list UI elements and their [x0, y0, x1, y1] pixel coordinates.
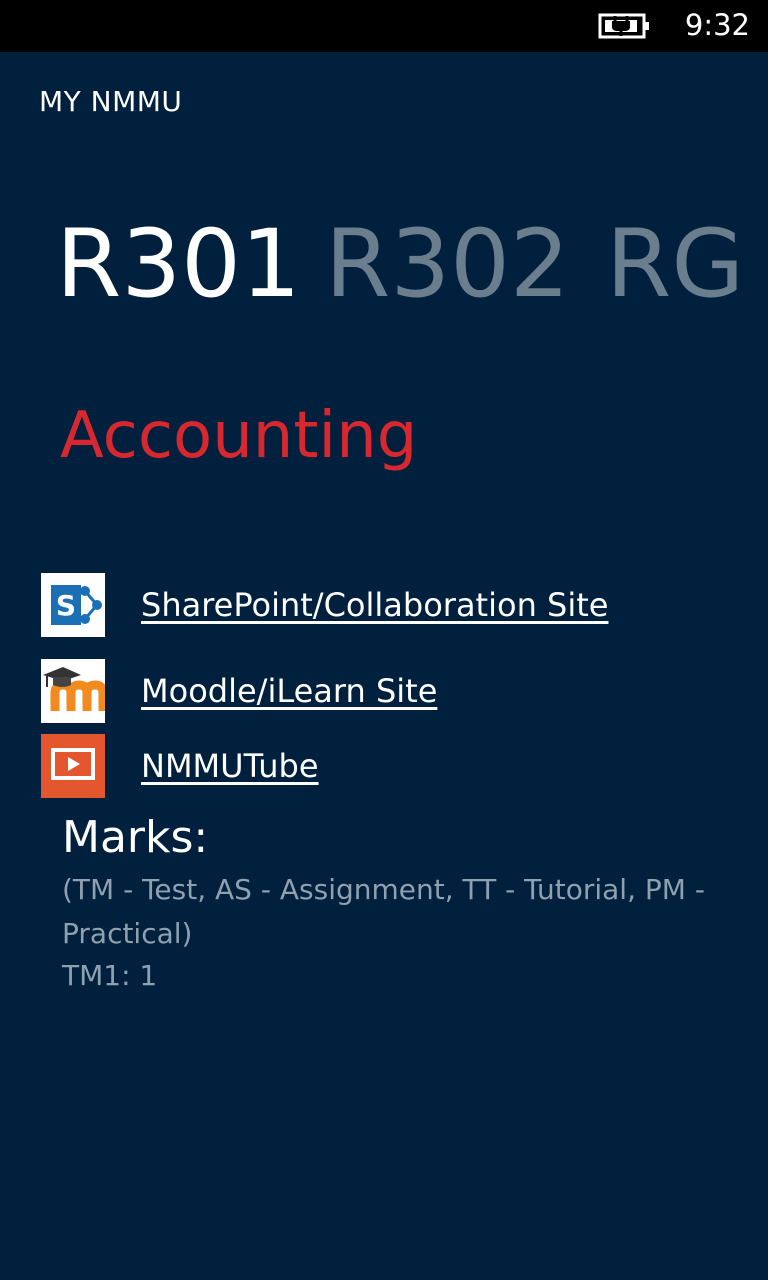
- nmmutube-link-row[interactable]: NMMUTube: [41, 734, 741, 798]
- moodle-link[interactable]: Moodle/iLearn Site: [141, 669, 437, 713]
- svg-text:S: S: [56, 589, 76, 622]
- status-clock: 9:32: [684, 8, 750, 42]
- marks-heading: Marks:: [62, 812, 209, 863]
- pivot-header: R301 R302 RG: [0, 200, 768, 330]
- sharepoint-link[interactable]: SharePoint/Collaboration Site: [141, 583, 608, 627]
- status-bar: 9:32: [0, 0, 768, 52]
- pivot-item-r301[interactable]: R301: [56, 200, 301, 330]
- pivot-item-r302[interactable]: R302: [325, 200, 570, 330]
- sharepoint-icon: S: [41, 573, 105, 637]
- course-name: Accounting: [60, 399, 418, 473]
- nmmutube-link[interactable]: NMMUTube: [141, 744, 319, 788]
- app-title: MY NMMU: [39, 85, 183, 118]
- pivot-item-rg[interactable]: RG: [606, 200, 744, 330]
- nmmutube-icon: [41, 734, 105, 798]
- marks-legend: (TM - Test, AS - Assignment, TT - Tutori…: [62, 873, 705, 950]
- moodle-icon: [41, 659, 105, 723]
- sharepoint-link-row[interactable]: S SharePoint/Collaboration Site: [41, 573, 741, 637]
- battery-charging-icon: [598, 13, 649, 39]
- moodle-link-row[interactable]: Moodle/iLearn Site: [41, 659, 741, 723]
- marks-entry: TM1: 1: [62, 959, 158, 992]
